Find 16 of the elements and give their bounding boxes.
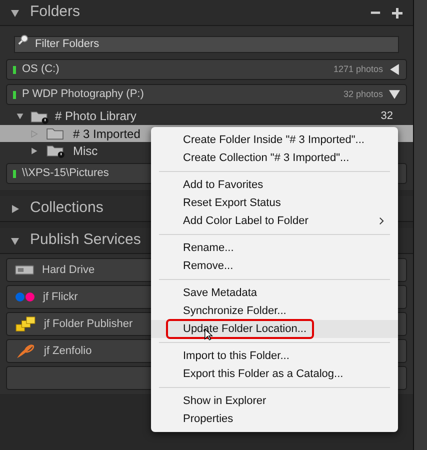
panel-title: Publish Services [30,230,141,250]
volume-name: P WDP Photography (P:) [22,87,145,102]
folder-count: 32 [380,108,393,124]
folder-name: # Photo Library [55,108,138,125]
panel-title: Collections [30,198,104,218]
photo-count: 1271 photos [333,62,383,76]
service-name: jf Folder Publisher [44,316,133,332]
service-name: jf Zenfolio [44,344,92,359]
volume-name: OS (C:) [22,62,60,78]
service-name: Hard Drive [42,262,95,278]
volume-name: \\XPS-15\Pictures [22,166,110,182]
photo-count: 32 photos [343,88,383,101]
folder-name: # 3 Imported [73,126,140,142]
panel-title: Folders [30,2,80,22]
service-name: jf Flickr [43,290,78,305]
folder-name: Misc [73,142,98,160]
